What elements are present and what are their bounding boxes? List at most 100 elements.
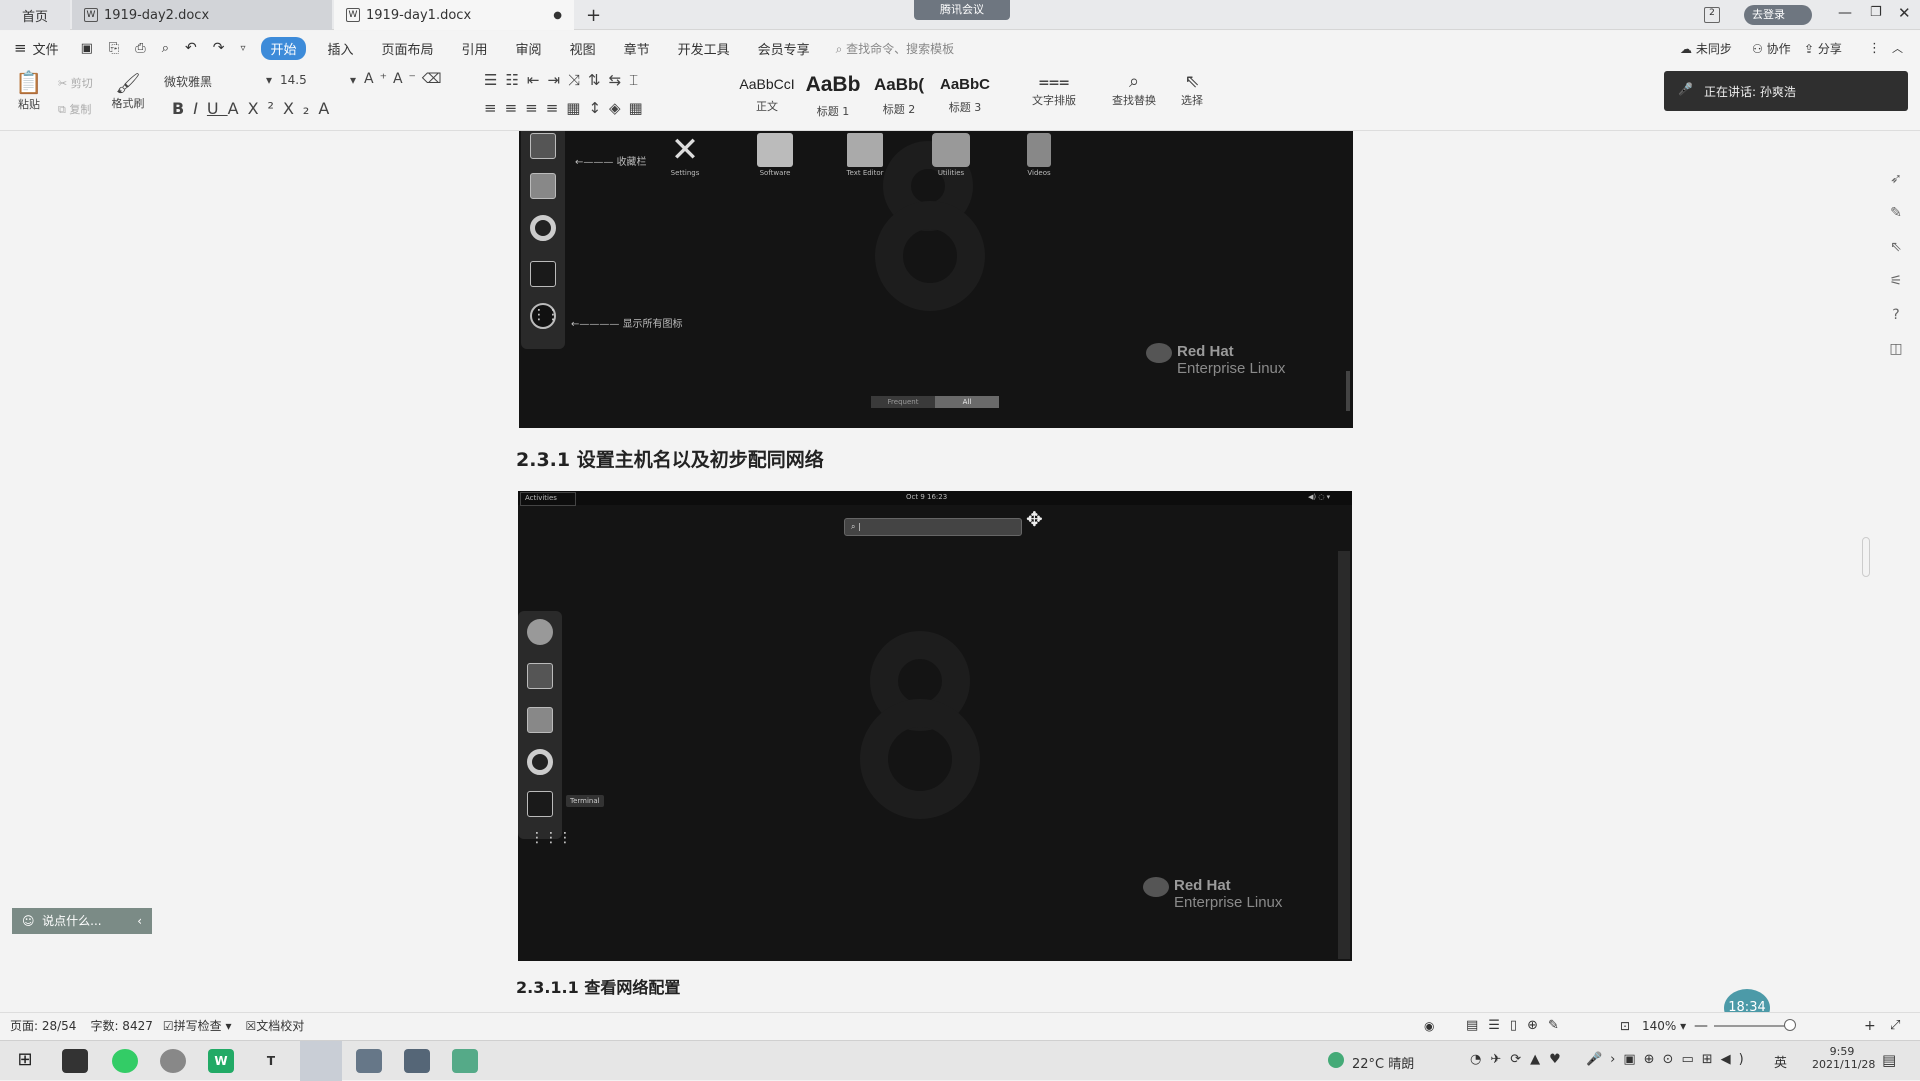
terminal-icon[interactable] (527, 791, 553, 817)
zoom-slider-knob[interactable] (1784, 1019, 1796, 1031)
paragraph-buttons-row2[interactable]: ≡≡≡≡▦↕◈▦ (484, 99, 651, 117)
restore-icon[interactable]: ❐ (1870, 5, 1882, 20)
backup-icon[interactable]: ◫ (1886, 341, 1906, 361)
format-painter-button[interactable]: 🖌 格式刷 (110, 71, 146, 111)
view-mode-icons[interactable]: ▤☰▯⊕✎ (1466, 1018, 1569, 1033)
windows-start-icon[interactable]: ⊞ (12, 1049, 38, 1073)
select-button[interactable]: ⇖ 选择 (1172, 71, 1212, 108)
vm-icon[interactable] (404, 1049, 430, 1073)
app-settings[interactable]: ✕ Settings (663, 131, 707, 177)
page-count[interactable]: 页面: 28/54 (10, 1017, 76, 1034)
activities-search-input[interactable]: ⌕ | (844, 518, 1022, 536)
document-canvas[interactable]: ⋮⋮ ←——— 收藏栏 ←———— 显示所有图标 ✕ Settings Softw… (0, 131, 1920, 1027)
find-replace-button[interactable]: ⌕ 查找替换 (1104, 71, 1164, 108)
font-size-select[interactable]: 14.5 ▾ (280, 73, 356, 87)
tray-icons[interactable]: ◔✈⟳▲♥ (1470, 1052, 1570, 1067)
window-count-icon[interactable]: 2 (1704, 7, 1720, 23)
collab-button[interactable]: ⚇ 协作 (1752, 40, 1791, 57)
show-apps-icon[interactable]: ⋮⋮⋮ (530, 831, 572, 845)
new-tab-button[interactable]: + (586, 0, 606, 30)
copy-button[interactable]: ⧉ 复制 (58, 101, 91, 117)
edge-browser-icon[interactable] (112, 1049, 138, 1073)
firefox-icon[interactable] (527, 619, 553, 645)
wps-icon[interactable]: W (208, 1049, 234, 1073)
zoom-in-icon[interactable]: + (1864, 1018, 1876, 1034)
style-heading2[interactable]: AaBb(标题 2 (868, 75, 930, 117)
tab-frequent[interactable]: Frequent (871, 396, 935, 408)
notification-icon[interactable]: ▤ (1882, 1051, 1896, 1069)
text-editor-icon[interactable] (530, 133, 556, 159)
system-tray-icons[interactable]: ◀) ◌ ▾ (1308, 493, 1330, 501)
command-search[interactable]: ⌕ 查找命令、搜索模板 (836, 40, 955, 57)
fit-page-icon[interactable]: ⊡ (1620, 1019, 1630, 1033)
scrollbar[interactable] (1338, 551, 1350, 959)
clock-widget[interactable]: 9:59 2021/11/28 (1812, 1045, 1875, 1071)
photos-icon[interactable] (356, 1049, 382, 1073)
menu-view[interactable]: 视图 (570, 39, 596, 58)
doc-scrollbar-thumb[interactable] (1862, 537, 1870, 577)
help-icon[interactable]: ? (1886, 307, 1906, 327)
paste-button[interactable]: 📋 粘贴 (14, 71, 44, 112)
fullscreen-icon[interactable]: ⤢ (1890, 1018, 1900, 1033)
app-icon[interactable] (62, 1049, 88, 1073)
text-layout-button[interactable]: ⩶ 文字排版 (1024, 71, 1084, 108)
menu-page-layout[interactable]: 页面布局 (382, 39, 434, 58)
app-software[interactable]: Software (753, 131, 797, 177)
tab-all[interactable]: All (935, 396, 999, 408)
hamburger-icon[interactable]: ≡ (14, 39, 27, 57)
help-lifebuoy-icon[interactable] (527, 749, 553, 775)
save-icon[interactable]: ▣ (81, 41, 93, 56)
style-heading3[interactable]: AaBbC 标题 3 (934, 76, 996, 115)
zoom-out-icon[interactable]: — (1694, 1018, 1708, 1034)
style-normal[interactable]: AaBbCcI 正文 (736, 76, 798, 114)
text-editor-icon[interactable] (527, 663, 553, 689)
clock[interactable]: Oct 9 16:23 (906, 493, 947, 501)
menu-file[interactable]: 文件 (33, 39, 59, 58)
weather-text[interactable]: 22°C 晴朗 (1352, 1053, 1414, 1072)
activities-button[interactable]: Activities (520, 492, 576, 506)
share-button[interactable]: ⇪ 分享 (1804, 40, 1842, 57)
pointer-icon[interactable]: ⇖ (1886, 239, 1906, 259)
input-method[interactable]: 英 (1774, 1052, 1787, 1071)
more-options-icon[interactable]: ⋮ (1868, 41, 1881, 56)
meeting-app-icon[interactable] (300, 1041, 342, 1081)
software-icon[interactable] (527, 707, 553, 733)
minimize-icon[interactable]: — (1838, 5, 1852, 21)
menu-review[interactable]: 审阅 (516, 39, 542, 58)
menu-insert[interactable]: 插入 (328, 39, 354, 58)
font-format-buttons[interactable]: BIUAX²X₂A (172, 99, 338, 118)
pen-icon[interactable]: ✎ (1886, 205, 1906, 225)
export-pdf-icon[interactable]: ⎘ (109, 41, 119, 56)
app-text-editor[interactable]: Text Editor (841, 131, 889, 177)
italic-icon[interactable]: I (193, 99, 207, 118)
bold-icon[interactable]: B (172, 99, 193, 118)
zoom-slider[interactable] (1714, 1025, 1794, 1027)
eye-icon[interactable]: ◉ (1424, 1019, 1434, 1033)
chat-input[interactable]: ☺ 说点什么... ‹ (12, 908, 152, 934)
more-dropdown-icon[interactable]: ▿ (240, 43, 245, 54)
tray-icons-right[interactable]: 🎤›▣⊕⊙▭⊞◀) (1586, 1052, 1752, 1067)
chrome-icon[interactable] (160, 1049, 186, 1073)
tab-doc-day1[interactable]: W 1919-day1.docx ● (334, 0, 574, 30)
app-videos[interactable]: Videos (1017, 131, 1061, 177)
menu-developer[interactable]: 开发工具 (678, 39, 730, 58)
word-count[interactable]: 字数: 8427 (90, 1017, 152, 1034)
undo-icon[interactable]: ↶ (185, 40, 197, 56)
remote-icon[interactable] (452, 1049, 478, 1073)
print-icon[interactable]: ⎙ (135, 41, 145, 56)
strikethrough-icon[interactable]: A (228, 99, 248, 118)
rocket-icon[interactable]: ➶ (1886, 171, 1906, 191)
redo-icon[interactable]: ↷ (213, 40, 225, 56)
sliders-icon[interactable]: ⚟ (1886, 273, 1906, 293)
spell-check-button[interactable]: ☑拼写检查 ▾ (163, 1017, 232, 1034)
help-lifebuoy-icon[interactable] (530, 215, 556, 241)
underline-icon[interactable]: U (207, 99, 228, 118)
software-icon[interactable] (530, 173, 556, 199)
subscript-icon[interactable]: X₂ (283, 99, 318, 118)
superscript-icon[interactable]: X² (248, 99, 283, 118)
cut-button[interactable]: ✂ 剪切 (58, 75, 93, 91)
menu-member[interactable]: 会员专享 (758, 39, 810, 58)
menu-references[interactable]: 引用 (462, 39, 488, 58)
font-name-select[interactable]: 微软雅黑 ▾ (164, 73, 272, 90)
font-color-icon[interactable]: A (318, 99, 338, 118)
